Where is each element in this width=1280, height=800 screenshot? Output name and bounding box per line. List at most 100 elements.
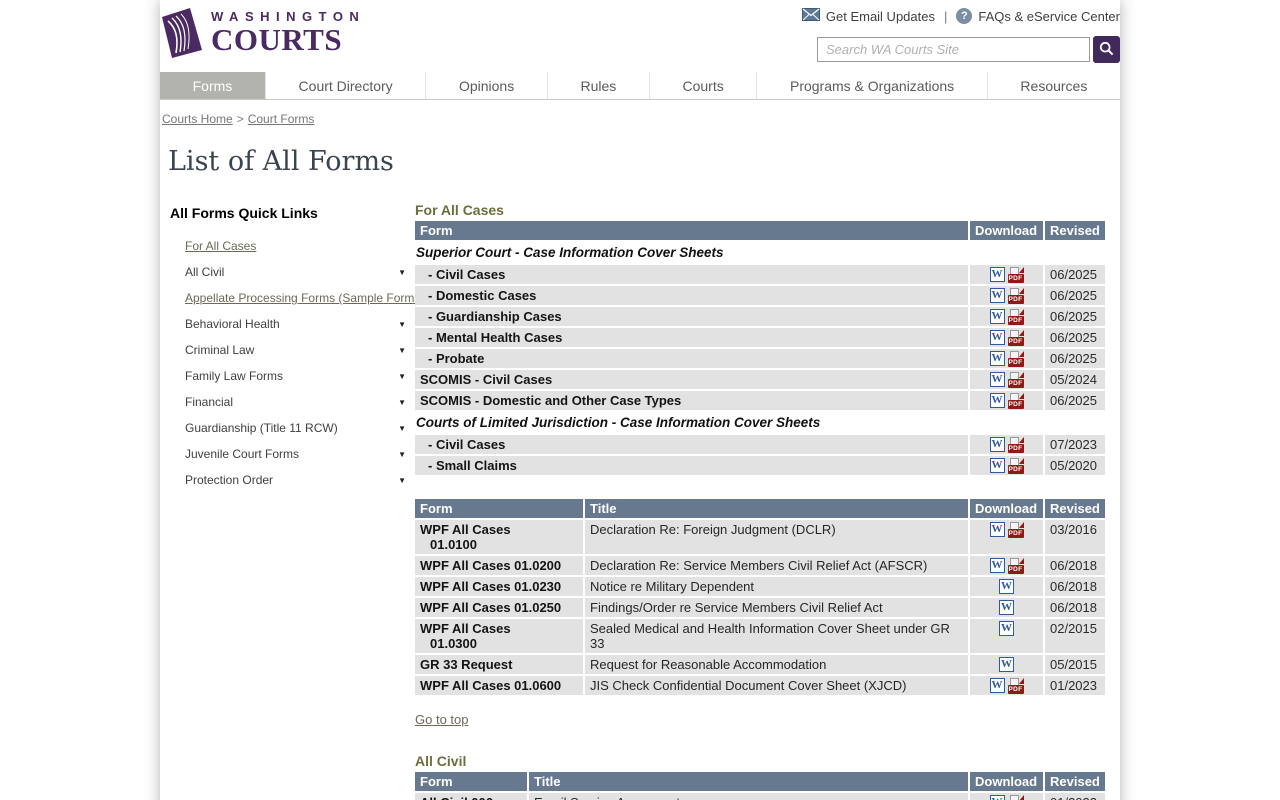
word-icon[interactable]: W [989, 288, 1005, 304]
breadcrumb-courts-home[interactable]: Courts Home [162, 112, 233, 126]
pdf-icon[interactable]: PDF [1007, 308, 1024, 325]
download-cell: WPDF [968, 368, 1043, 389]
search-input[interactable] [817, 37, 1090, 62]
sidebar-item-all-civil[interactable]: All Civil ▼ [170, 259, 410, 285]
pdf-icon[interactable]: PDF [1007, 521, 1024, 538]
word-icon[interactable]: W [989, 437, 1005, 453]
table-row: GR 33 Request Request for Reasonable Acco… [415, 653, 1105, 674]
table-row: WPF All Cases 01.0100 Declaration Re: Fore… [415, 518, 1105, 554]
sidebar-item-for-all-cases[interactable]: For All Cases [170, 233, 410, 259]
nav-tab-resources[interactable]: Resources [988, 72, 1120, 99]
sidebar-item-label: Behavioral Health [185, 317, 280, 331]
pdf-icon[interactable]: PDF [1007, 677, 1024, 694]
nav-tab-court-directory[interactable]: Court Directory [266, 72, 427, 99]
form-link[interactable]: - Small Claims [420, 458, 963, 473]
form-link[interactable]: - Civil Cases [420, 437, 963, 452]
pdf-icon[interactable]: PDF [1007, 392, 1024, 409]
form-link[interactable]: All Civil 006 [420, 795, 522, 800]
word-icon[interactable]: W [989, 678, 1005, 694]
form-link[interactable]: WPF All Cases 01.0230 [420, 579, 578, 594]
word-icon[interactable]: W [989, 351, 1005, 367]
section-heading-for-all-cases: For All Cases [415, 202, 504, 218]
chevron-down-icon: ▼ [398, 475, 406, 485]
column-header-form: Form [415, 772, 527, 791]
nav-tab-forms[interactable]: Forms [160, 72, 266, 99]
pdf-icon[interactable]: PDF [1008, 794, 1024, 800]
sidebar-item-label: Juvenile Court Forms [185, 447, 300, 461]
column-header-form: Form [415, 221, 968, 240]
nav-tab-courts[interactable]: Courts [650, 72, 758, 99]
breadcrumb-court-forms[interactable]: Court Forms [248, 112, 315, 126]
column-header-title: Title [583, 499, 968, 518]
nav-tab-opinions[interactable]: Opinions [426, 72, 548, 99]
pdf-icon[interactable]: PDF [1007, 266, 1024, 283]
sidebar-item-juvenile-court-forms[interactable]: Juvenile Court Forms ▼ [170, 441, 410, 467]
email-icon [801, 8, 820, 24]
search-icon [1099, 41, 1114, 59]
form-link[interactable]: WPF All Cases 01.0100 [420, 522, 578, 552]
form-link[interactable]: WPF All Cases 01.0600 [420, 678, 578, 693]
word-icon[interactable]: W [999, 657, 1014, 673]
form-link[interactable]: - Domestic Cases [420, 288, 963, 303]
washington-courts-logo[interactable]: WASHINGTON COURTS [160, 7, 365, 64]
site-header: WASHINGTON COURTS Get Email Updates | ? … [160, 0, 1120, 72]
nav-tab-programs-organizations[interactable]: Programs & Organizations [757, 72, 988, 99]
sidebar-item-financial[interactable]: Financial ▼ [170, 389, 410, 415]
word-icon[interactable]: W [989, 393, 1005, 409]
pdf-icon[interactable]: PDF [1007, 329, 1024, 346]
pdf-icon[interactable]: PDF [1007, 371, 1024, 388]
courts-logo-icon [160, 7, 204, 64]
pdf-icon[interactable]: PDF [1007, 557, 1024, 574]
word-icon[interactable]: W [999, 600, 1014, 616]
form-link[interactable]: - Mental Health Cases [420, 330, 963, 345]
download-cell: W [968, 596, 1043, 617]
form-link[interactable]: WPF All Cases 01.0250 [420, 600, 578, 615]
pdf-icon[interactable]: PDF [1007, 457, 1024, 474]
form-link[interactable]: GR 33 Request [420, 657, 578, 672]
table-row: - Guardianship Cases W PDF 06/2025 [415, 305, 1105, 326]
form-link[interactable]: - Guardianship Cases [420, 309, 963, 324]
logo-text-courts: COURTS [211, 22, 343, 57]
form-link[interactable]: - Probate [420, 351, 963, 366]
pdf-icon[interactable]: PDF [1007, 436, 1024, 453]
word-icon[interactable]: W [989, 330, 1005, 346]
revised-date: 06/2025 [1043, 389, 1105, 410]
table-row: WPF All Cases 01.0600 JIS Check Confident… [415, 674, 1105, 695]
word-icon[interactable]: W [999, 579, 1014, 595]
word-icon[interactable]: W [989, 372, 1005, 388]
form-link[interactable]: SCOMIS - Civil Cases [420, 372, 963, 387]
form-link[interactable]: WPF All Cases 01.0300 [420, 621, 578, 651]
go-to-top-link[interactable]: Go to top [415, 712, 468, 727]
form-link[interactable]: - Civil Cases [420, 267, 963, 282]
word-icon[interactable]: W [989, 458, 1005, 474]
get-email-updates-link[interactable]: Get Email Updates [826, 9, 935, 24]
column-header-revised: Revised [1043, 772, 1105, 791]
word-icon[interactable]: W [999, 621, 1014, 637]
sidebar-item-criminal-law[interactable]: Criminal Law ▼ [170, 337, 410, 363]
nav-tab-rules[interactable]: Rules [548, 72, 650, 99]
table-row: - Domestic Cases W PDF 06/2025 [415, 284, 1105, 305]
sidebar-item-protection-order[interactable]: Protection Order ▼ [170, 467, 410, 493]
word-icon[interactable]: W [989, 267, 1005, 283]
search-button[interactable] [1093, 36, 1120, 63]
pdf-icon[interactable]: PDF [1007, 287, 1024, 304]
download-cell: W [968, 653, 1043, 674]
faqs-eservice-link[interactable]: FAQs & eService Center [978, 9, 1120, 24]
form-link[interactable]: WPF All Cases 01.0200 [420, 558, 578, 573]
sidebar-item-guardianship-title-11-rcw[interactable]: Guardianship (Title 11 RCW) ▼ [170, 415, 410, 441]
sidebar-item-behavioral-health[interactable]: Behavioral Health ▼ [170, 311, 410, 337]
pdf-icon[interactable]: PDF [1007, 350, 1024, 367]
sidebar-item-family-law-forms[interactable]: Family Law Forms ▼ [170, 363, 410, 389]
revised-date: 06/2018 [1043, 554, 1105, 575]
sidebar-item-appellate-processing-forms-sample-forms[interactable]: Appellate Processing Forms (Sample Forms… [170, 285, 424, 311]
quick-links-sidebar: All Forms Quick Links For All Cases All C… [160, 183, 424, 800]
form-link[interactable]: SCOMIS - Domestic and Other Case Types [420, 393, 963, 408]
chevron-down-icon: ▼ [398, 371, 406, 381]
word-icon[interactable]: W [989, 558, 1005, 574]
word-icon[interactable]: W [989, 522, 1005, 538]
table-row: - Small Claims W PDF 05/2020 [415, 454, 1105, 475]
download-cell: WPDF [968, 263, 1043, 284]
word-icon[interactable]: W [989, 795, 1005, 800]
forms-content: For All Cases Form Download Revised Superio… [410, 183, 1120, 800]
word-icon[interactable]: W [989, 309, 1005, 325]
